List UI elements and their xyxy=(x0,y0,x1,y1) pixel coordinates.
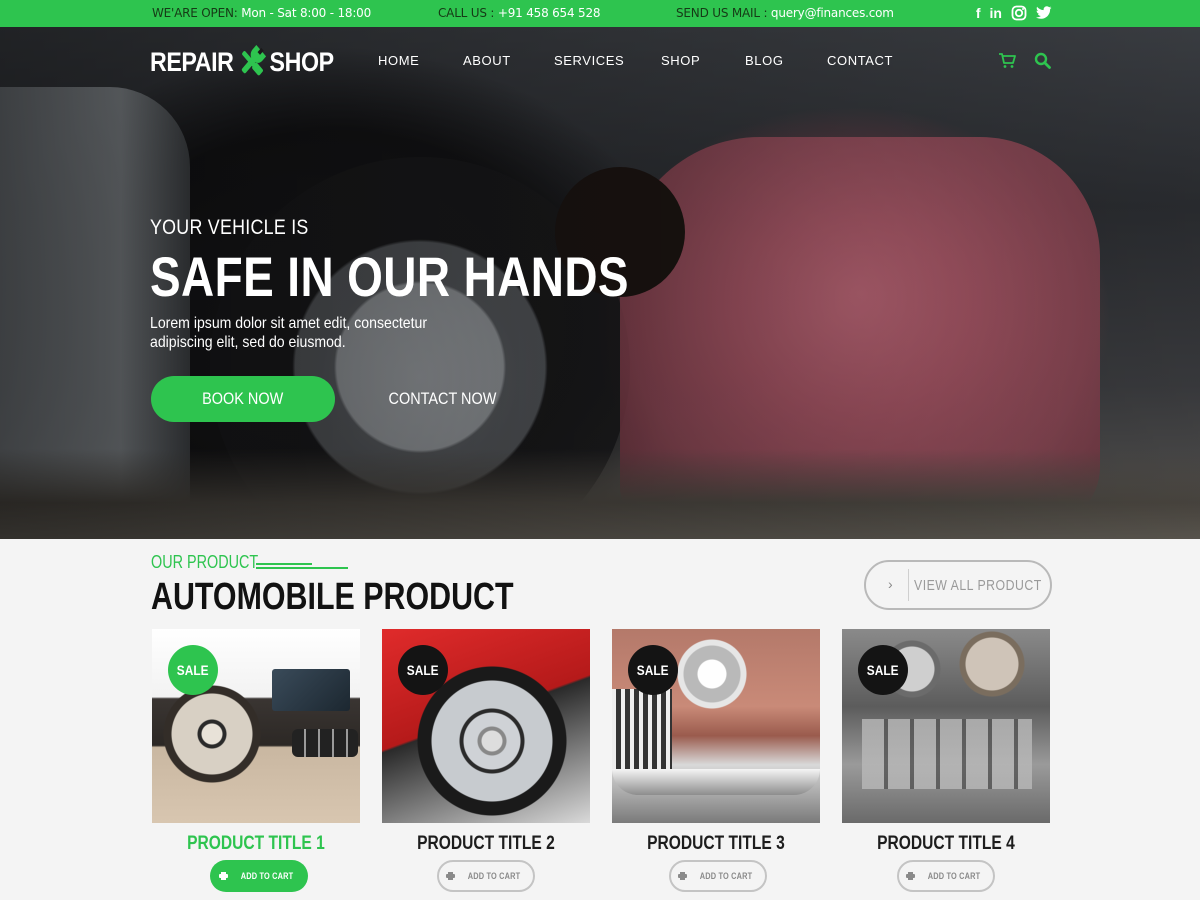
social-links: f in xyxy=(976,4,1052,22)
sale-badge-text: SALE xyxy=(407,662,439,678)
chevron-right-icon: › xyxy=(888,576,893,592)
product-title[interactable]: PRODUCT TITLE 2 xyxy=(382,833,590,855)
mail-info: SEND US MAIL : query@finances.com xyxy=(676,6,894,20)
cart-icon[interactable] xyxy=(998,52,1016,73)
sale-badge-text: SALE xyxy=(867,662,899,678)
add-to-cart-label: ADD TO CART xyxy=(468,871,521,881)
nav-blog[interactable]: BLOG xyxy=(745,53,784,68)
nav-shop[interactable]: SHOP xyxy=(661,53,700,68)
add-to-cart-label: ADD TO CART xyxy=(241,871,294,881)
phone-label: CALL US : xyxy=(438,6,495,20)
section-kicker: OUR PRODUCT xyxy=(151,552,259,572)
product-title[interactable]: PRODUCT TITLE 4 xyxy=(842,833,1050,855)
product-title[interactable]: PRODUCT TITLE 3 xyxy=(612,833,820,855)
nav-contact[interactable]: CONTACT xyxy=(827,53,893,68)
sale-badge: SALE xyxy=(858,645,908,695)
product-title-text: PRODUCT TITLE 4 xyxy=(877,833,1015,854)
product-card[interactable]: SALE PRODUCT TITLE 2 ADD TO CART xyxy=(382,629,590,900)
phone-info: CALL US : +91 458 654 528 xyxy=(438,6,601,20)
contact-now-button[interactable]: CONTACT NOW xyxy=(372,376,512,422)
twitter-icon[interactable] xyxy=(1036,4,1052,22)
opening-hours-label: WE'ARE OPEN: xyxy=(152,6,238,20)
instagram-icon[interactable] xyxy=(1011,4,1027,22)
product-card[interactable]: SALE PRODUCT TITLE 3 ADD TO CART xyxy=(612,629,820,900)
hero-title: SAFE IN OUR HANDS xyxy=(150,245,629,308)
sale-badge: SALE xyxy=(398,645,448,695)
nav-services[interactable]: SERVICES xyxy=(554,53,624,68)
product-card[interactable]: SALE PRODUCT TITLE 1 ADD TO CART xyxy=(152,629,360,900)
view-all-products-button[interactable]: › VIEW ALL PRODUCT xyxy=(864,560,1052,610)
product-title[interactable]: PRODUCT TITLE 1 xyxy=(152,833,360,855)
add-to-cart-button[interactable]: ADD TO CART xyxy=(897,860,995,892)
opening-hours-value: Mon - Sat 8:00 - 18:00 xyxy=(241,6,372,20)
cart-small-icon xyxy=(219,872,229,880)
phone-number[interactable]: +91 458 654 528 xyxy=(498,6,601,20)
product-title-text: PRODUCT TITLE 2 xyxy=(417,833,555,854)
car-grille xyxy=(612,689,672,769)
cart-small-icon xyxy=(906,872,916,880)
product-card[interactable]: SALE PRODUCT TITLE 4 ADD TO CART xyxy=(842,629,1050,900)
mail-address[interactable]: query@finances.com xyxy=(771,6,894,20)
hero-description: Lorem ipsum dolor sit amet edit, consect… xyxy=(150,315,428,351)
cart-small-icon xyxy=(446,872,456,880)
section-title: AUTOMOBILE PRODUCT xyxy=(151,576,514,618)
dashboard-screen xyxy=(272,669,350,711)
car-bumper xyxy=(612,769,820,795)
add-to-cart-button[interactable]: ADD TO CART xyxy=(210,860,308,892)
kicker-decoration xyxy=(256,563,348,569)
book-now-button[interactable]: BOOK NOW xyxy=(151,376,335,422)
add-to-cart-button[interactable]: ADD TO CART xyxy=(669,860,767,892)
nav-action-icons xyxy=(998,52,1051,73)
sale-badge-text: SALE xyxy=(177,662,209,678)
nav-home[interactable]: HOME xyxy=(378,53,419,68)
search-icon[interactable] xyxy=(1034,52,1051,73)
engine-block xyxy=(862,719,1032,789)
linkedin-icon[interactable]: in xyxy=(990,4,1002,22)
hero-subtitle: YOUR VEHICLE IS xyxy=(150,216,309,239)
sale-badge: SALE xyxy=(168,645,218,695)
mail-label: SEND US MAIL : xyxy=(676,6,768,20)
view-all-label: VIEW ALL PRODUCT xyxy=(914,577,1042,594)
product-title-text: PRODUCT TITLE 1 xyxy=(187,833,325,854)
top-info-bar: WE'ARE OPEN: Mon - Sat 8:00 - 18:00 CALL… xyxy=(0,0,1200,27)
facebook-icon[interactable]: f xyxy=(976,4,981,22)
opening-hours: WE'ARE OPEN: Mon - Sat 8:00 - 18:00 xyxy=(152,6,371,20)
contact-now-label: CONTACT NOW xyxy=(388,389,496,408)
add-to-cart-label: ADD TO CART xyxy=(928,871,981,881)
add-to-cart-label: ADD TO CART xyxy=(700,871,753,881)
sale-badge-text: SALE xyxy=(637,662,669,678)
dashboard-vents xyxy=(292,729,358,757)
product-title-text: PRODUCT TITLE 3 xyxy=(647,833,785,854)
sale-badge: SALE xyxy=(628,645,678,695)
add-to-cart-button[interactable]: ADD TO CART xyxy=(437,860,535,892)
book-now-label: BOOK NOW xyxy=(202,389,284,408)
button-divider xyxy=(908,569,909,601)
cart-small-icon xyxy=(678,872,688,880)
nav-about[interactable]: ABOUT xyxy=(463,53,511,68)
